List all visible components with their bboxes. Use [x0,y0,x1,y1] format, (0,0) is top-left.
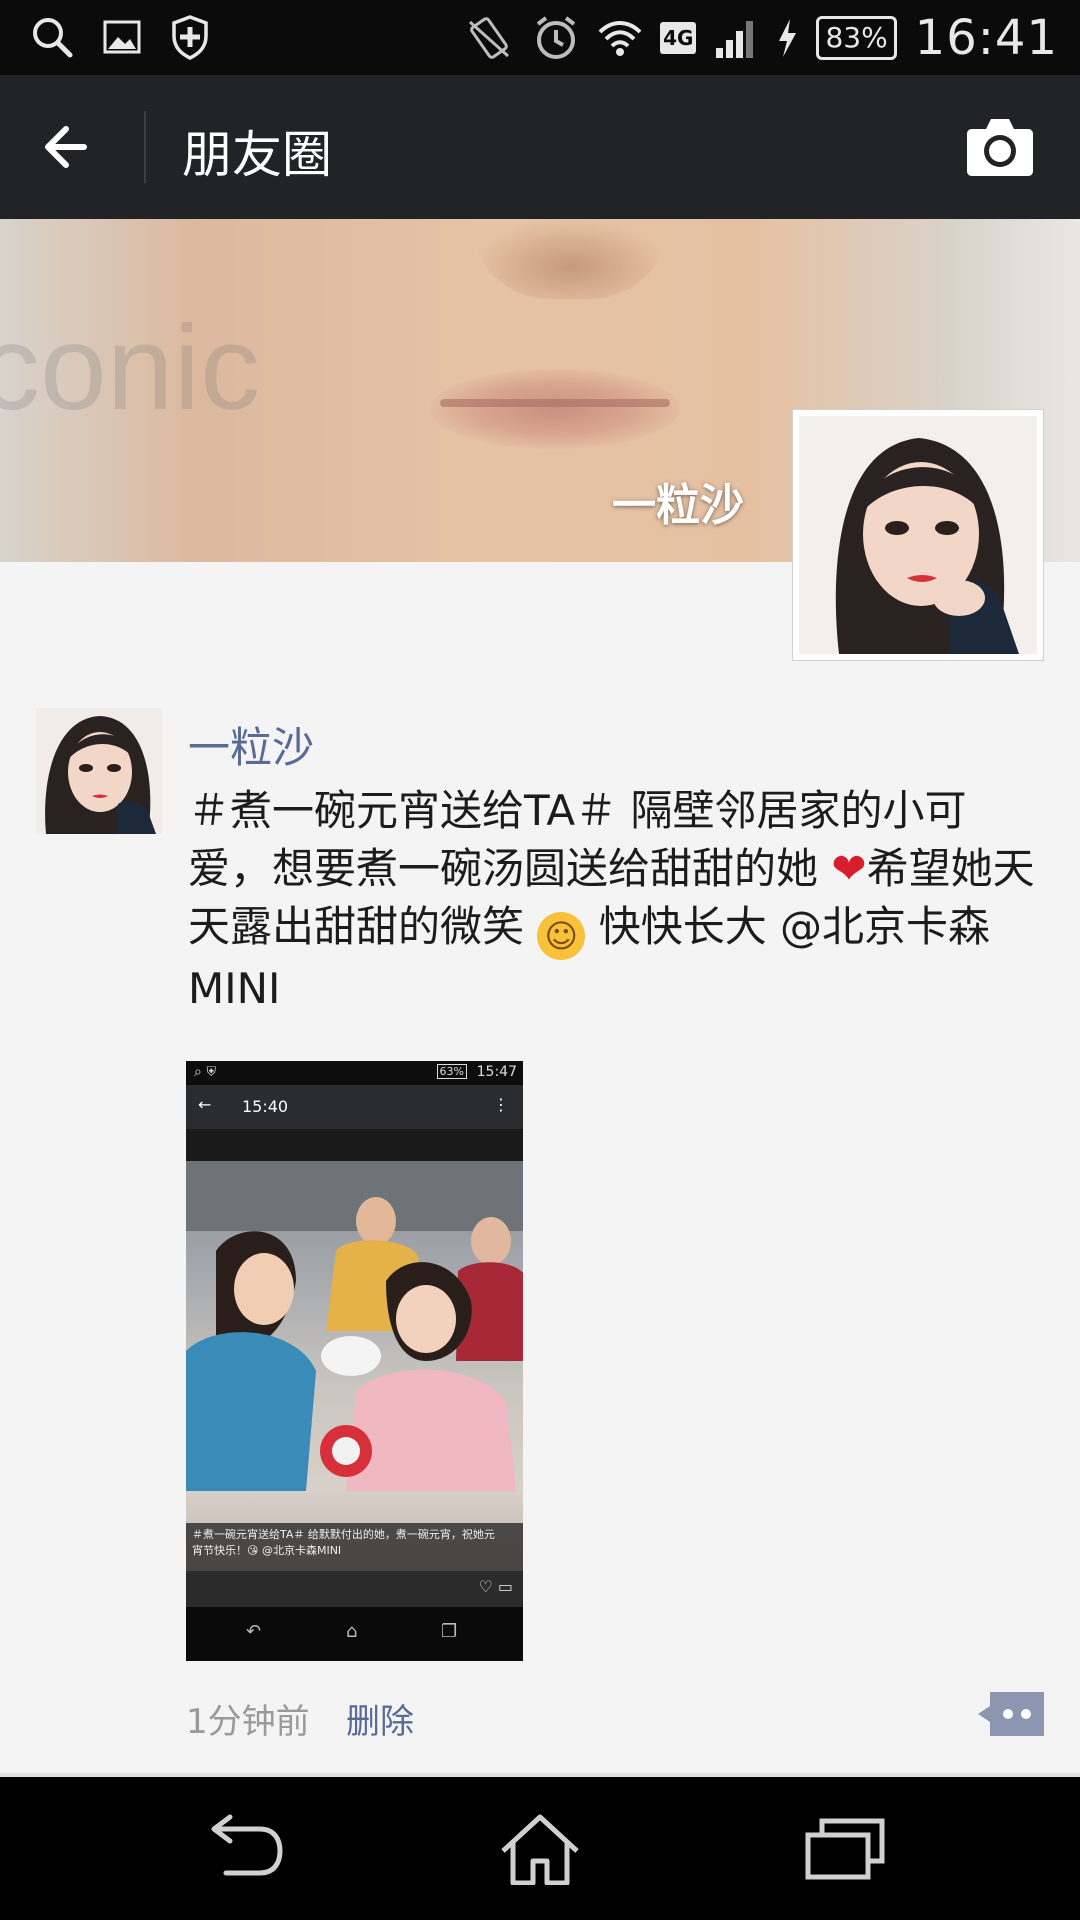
comment-button[interactable] [978,1692,1044,1736]
comment-icon [978,1692,1044,1736]
back-button[interactable] [36,111,108,183]
signal-icon [716,21,754,58]
embedded-nav-bar: ↶ ⌂ ❐ [186,1607,523,1661]
cover-face-lipline [440,399,670,407]
nav-home-button[interactable] [495,1813,585,1886]
embedded-photo [186,1161,523,1571]
embedded-gap [186,1129,523,1161]
page-title: 朋友圈 [182,126,332,184]
alarm-icon [536,16,576,59]
embedded-home-nav-icon: ⌂ [346,1621,358,1642]
charging-icon [779,19,797,57]
post-image[interactable]: ⌕ ⛨ 15:47 63% ← 15:40 ⋮ ＃煮一碗元宵送给TA＃ 给默默付… [186,1061,523,1661]
network-type-badge: 4G [660,22,697,54]
embedded-status-bar: ⌕ ⛨ 15:47 63% [186,1061,523,1085]
system-nav-bar [0,1777,1080,1920]
embedded-actions: ♡ ▭ [186,1571,523,1607]
camera-icon [967,119,1033,176]
status-bar: 4G 83% 16:41 [0,0,1080,75]
post-author-name[interactable]: 一粒沙 [188,714,314,775]
heart-emoji: ❤ [831,844,867,893]
smile-emoji: ☺ [537,912,586,960]
camera-button[interactable] [960,111,1040,183]
cover-watermark: conic [0,301,261,435]
app-bar-divider [144,111,146,183]
battery-level: 83% [816,16,897,60]
shield-icon [172,15,208,60]
status-notifications [30,14,210,60]
profile-avatar[interactable] [792,409,1044,661]
nav-back-button[interactable] [198,1813,288,1885]
search-icon [33,18,73,58]
embedded-status-battery: 63% [436,1064,467,1079]
nav-recent-button[interactable] [800,1813,890,1885]
profile-avatar-image [799,416,1037,654]
home-icon [501,1814,579,1886]
back-icon [211,1814,283,1876]
back-arrow-icon [45,126,87,168]
clock: 16:41 [914,10,1058,66]
embedded-like-comment-icons: ♡ ▭ [478,1577,513,1596]
embedded-back-icon: ← [198,1095,212,1114]
embedded-recent-nav-icon: ❐ [441,1621,458,1642]
cover-face-nose [470,219,670,299]
embedded-app-bar: ← 15:40 ⋮ [186,1085,523,1129]
post-author-avatar-image [36,708,162,834]
embedded-bar-time: 15:40 [242,1097,289,1116]
post-text: ＃煮一碗元宵送给TA＃ 隔壁邻居家的小可爱，想要煮一碗汤圆送给甜甜的她 ❤希望她… [188,782,1048,1018]
wifi-icon [598,21,642,56]
vibrate-icon [469,17,510,59]
embedded-status-time: 15:47 [476,1064,517,1080]
gallery-icon [103,20,141,54]
embedded-photo-family-scene [186,1197,523,1491]
recent-apps-icon [805,1818,885,1880]
app-bar: 朋友圈 [0,75,1080,219]
cover-user-name: 一粒沙 [612,480,744,531]
embedded-status-icons: ⌕ ⛨ [194,1064,217,1080]
embedded-more-icon: ⋮ [493,1095,509,1114]
status-system: 4G 83% 16:41 [464,10,1058,66]
cover-face-lips [430,369,680,449]
embedded-caption: ＃煮一碗元宵送给TA＃ 给默默付出的她，煮一碗元宵，祝她元宵节快乐！😘 @北京卡… [186,1523,523,1571]
post-author-avatar[interactable] [36,708,162,834]
embedded-back-nav-icon: ↶ [246,1621,262,1642]
delete-button[interactable]: 删除 [346,1694,414,1743]
post-timestamp: 1分钟前 [186,1702,310,1742]
